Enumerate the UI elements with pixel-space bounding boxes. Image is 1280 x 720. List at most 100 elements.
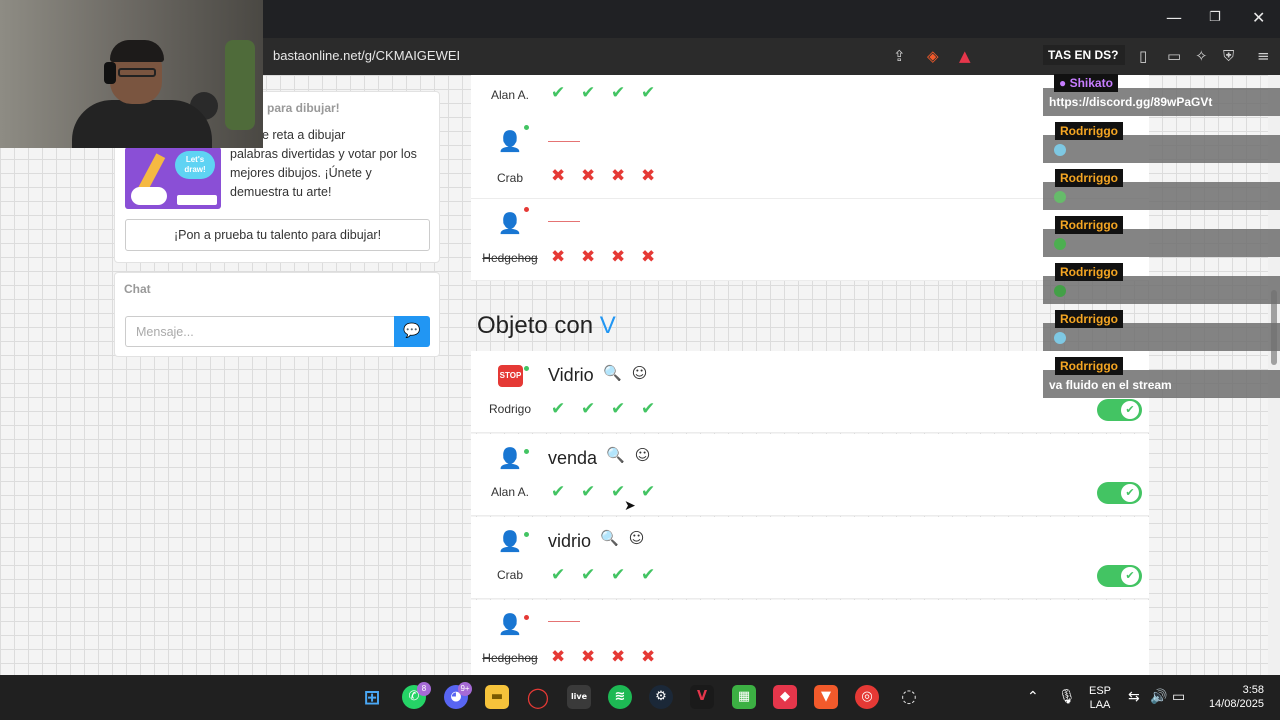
address-bar[interactable]: bastaonline.net/g/CKMAIGEWEI ⇪ ◈ ▲ ▯ ▭ ✧… — [263, 38, 1280, 75]
check-icon[interactable]: ✔ — [581, 83, 611, 103]
spotify-icon[interactable]: ≋ — [608, 685, 632, 709]
empty-answer-line — [548, 221, 580, 222]
network-icon[interactable]: ⇆ — [1128, 689, 1140, 705]
answer-word: venda — [548, 448, 598, 468]
cross-icon[interactable]: ✖ — [581, 247, 611, 267]
check-icon: ✔ — [1121, 484, 1139, 502]
check-icon[interactable]: ✔ — [581, 399, 611, 419]
overlay-username: Rodrriggo — [1055, 122, 1123, 140]
anydesk-icon[interactable]: ◆ — [773, 685, 797, 709]
cross-icon[interactable]: ✖ — [551, 166, 581, 186]
check-icon[interactable]: ✔ — [551, 83, 581, 103]
cross-icon[interactable]: ✖ — [611, 647, 641, 667]
accept-toggle[interactable]: ✔ — [1097, 482, 1142, 504]
cross-icon[interactable]: ✖ — [611, 166, 641, 186]
answer-actions: 🔍 ☺ — [600, 529, 644, 547]
record-app-icon[interactable]: ◎ — [855, 685, 879, 709]
maximize-icon[interactable]: ❐ — [1209, 10, 1221, 25]
language-code: ESP — [1088, 685, 1111, 697]
player-name: Alan A. — [490, 88, 530, 102]
user-avatar-icon: 👤 — [497, 211, 523, 235]
send-message-button[interactable]: 💬 — [394, 316, 430, 347]
opera-icon[interactable]: ◯ — [526, 685, 550, 709]
menu-icon[interactable]: ≡ — [1257, 47, 1270, 65]
microphone-icon[interactable]: 🎙 — [1058, 689, 1076, 705]
offline-status-dot — [524, 615, 529, 620]
emote-icon — [1054, 191, 1066, 203]
vote-marks: ✔ ✔ ✔ ✔ — [551, 83, 671, 103]
emoji-react-icon[interactable]: ☺ — [632, 364, 648, 382]
cross-icon[interactable]: ✖ — [641, 647, 671, 667]
accept-toggle[interactable]: ✔ — [1097, 565, 1142, 587]
input-language[interactable]: ESP LAA — [1088, 684, 1112, 712]
search-icon[interactable]: 🔍 — [600, 529, 619, 547]
check-icon[interactable]: ✔ — [581, 482, 611, 502]
cross-icon[interactable]: ✖ — [641, 166, 671, 186]
streamer-body — [72, 100, 212, 148]
windows-start-icon[interactable]: ⊞ — [360, 685, 384, 709]
promo-title: para dibujar! — [267, 101, 340, 115]
clock[interactable]: 3:58 14/08/2025 — [1200, 683, 1264, 711]
emoji-react-icon[interactable]: ☺ — [629, 529, 645, 547]
check-icon[interactable]: ✔ — [641, 482, 671, 502]
minimize-icon[interactable]: — — [1166, 8, 1182, 27]
promo-image[interactable]: Let's draw! — [125, 147, 221, 209]
brave-shield-icon[interactable]: ◈ — [927, 47, 939, 65]
check-icon[interactable]: ✔ — [611, 399, 641, 419]
clock-time: 3:58 — [1242, 684, 1264, 696]
answer-row: 👤 venda 🔍 ☺ Alan A. ✔ ✔ ✔ ✔ ✔ — [471, 434, 1149, 516]
app-v-icon[interactable]: V — [690, 685, 714, 709]
check-icon[interactable]: ✔ — [551, 482, 581, 502]
leo-ai-icon[interactable]: ✧ — [1195, 47, 1208, 65]
battery-icon[interactable]: ▭ — [1172, 689, 1185, 705]
overlay-message-text: https://discord.gg/89wPaGVt — [1049, 95, 1213, 109]
promo-line: mejores dibujos. ¡Únete y — [230, 166, 372, 180]
clock-date: 14/08/2025 — [1208, 698, 1264, 710]
cross-icon[interactable]: ✖ — [551, 647, 581, 667]
empty-answer-line — [548, 141, 580, 142]
cross-icon[interactable]: ✖ — [551, 247, 581, 267]
cross-icon[interactable]: ✖ — [581, 647, 611, 667]
url-text[interactable]: bastaonline.net/g/CKMAIGEWEI — [273, 48, 460, 63]
search-icon[interactable]: 🔍 — [606, 446, 625, 464]
brave-icon[interactable]: ▼ — [814, 685, 838, 709]
stop-avatar-icon: STOP — [498, 365, 523, 387]
chat-message-input[interactable]: Mensaje... — [125, 316, 394, 347]
keyboard-layout: LAA — [1089, 699, 1111, 711]
vpn-icon[interactable]: ⛨ — [1223, 47, 1234, 65]
emoji-react-icon[interactable]: ☺ — [635, 446, 651, 464]
webcam-overlay — [0, 0, 263, 148]
check-icon[interactable]: ✔ — [581, 565, 611, 585]
check-icon[interactable]: ✔ — [641, 399, 671, 419]
promo-image-brand — [177, 195, 217, 205]
wallet-icon[interactable]: ▭ — [1167, 47, 1181, 65]
show-hidden-icons-icon[interactable]: ⌃ — [1027, 689, 1039, 705]
close-icon[interactable]: ✕ — [1252, 8, 1265, 27]
check-icon[interactable]: ✔ — [551, 399, 581, 419]
answer-actions: 🔍 ☺ — [606, 446, 650, 464]
file-explorer-icon[interactable]: ▬ — [485, 685, 509, 709]
promo-image-badge: Let's draw! — [175, 151, 215, 179]
check-icon[interactable]: ✔ — [641, 83, 671, 103]
check-icon[interactable]: ✔ — [611, 83, 641, 103]
live-app-icon[interactable]: live — [567, 685, 591, 709]
check-icon[interactable]: ✔ — [611, 565, 641, 585]
search-icon[interactable]: 🔍 — [603, 364, 622, 382]
cross-icon[interactable]: ✖ — [581, 166, 611, 186]
promo-line: demuestra tu arte! — [230, 185, 332, 199]
check-icon[interactable]: ✔ — [551, 565, 581, 585]
overlay-username: ● Shikato — [1054, 74, 1118, 92]
cross-icon[interactable]: ✖ — [641, 247, 671, 267]
obs-icon[interactable]: ◌ — [897, 685, 921, 709]
overlay-username: Rodrriggo — [1055, 216, 1123, 234]
share-icon[interactable]: ⇪ — [893, 47, 906, 65]
accept-toggle[interactable]: ✔ — [1097, 399, 1142, 421]
steam-icon[interactable]: ⚙ — [649, 685, 673, 709]
minecraft-icon[interactable]: ▦ — [732, 685, 756, 709]
check-icon[interactable]: ✔ — [641, 565, 671, 585]
promo-button[interactable]: ¡Pon a prueba tu talento para dibujar! — [125, 219, 430, 251]
brave-rewards-icon[interactable]: ▲ — [959, 47, 971, 65]
volume-icon[interactable]: 🔊 — [1150, 689, 1167, 705]
sidebar-icon[interactable]: ▯ — [1139, 47, 1147, 65]
cross-icon[interactable]: ✖ — [611, 247, 641, 267]
